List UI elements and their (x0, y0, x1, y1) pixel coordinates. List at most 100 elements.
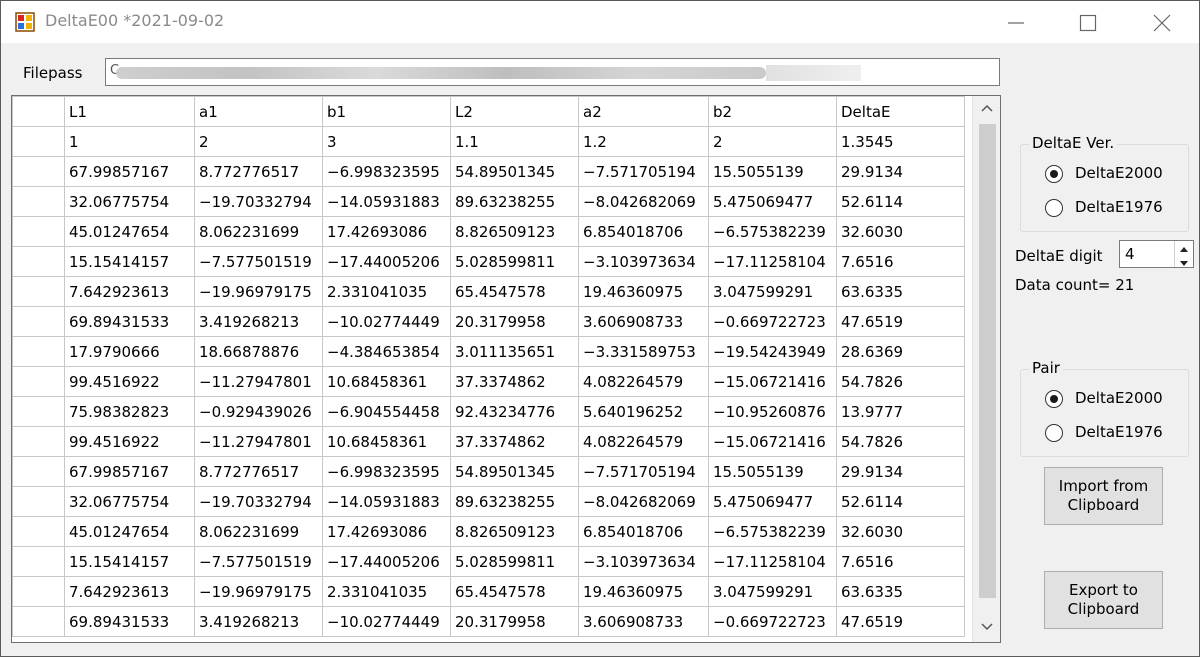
table-cell[interactable]: 45.01247654 (64, 216, 195, 247)
table-cell[interactable]: 32.06775754 (64, 486, 195, 517)
table-cell[interactable]: −8.042682069 (578, 486, 709, 517)
table-cell[interactable]: −11.27947801 (194, 366, 323, 397)
table-cell[interactable]: −3.331589753 (578, 336, 709, 367)
column-header[interactable]: b1 (322, 96, 451, 127)
column-header[interactable]: L1 (64, 96, 195, 127)
table-cell[interactable]: −7.577501519 (194, 246, 323, 277)
row-header-corner[interactable] (12, 96, 65, 127)
table-cell[interactable]: 54.7826 (836, 366, 965, 397)
table-cell[interactable]: 3 (322, 126, 451, 157)
table-cell[interactable]: −10.95260876 (708, 396, 837, 427)
table-cell[interactable]: −14.05931883 (322, 486, 451, 517)
table-cell[interactable]: 4.082264579 (578, 426, 709, 457)
table-cell[interactable]: −19.96979175 (194, 576, 323, 607)
table-cell[interactable]: −6.904554458 (322, 396, 451, 427)
table-cell[interactable]: 99.4516922 (64, 426, 195, 457)
table-cell[interactable]: −4.384653854 (322, 336, 451, 367)
table-cell[interactable]: −14.05931883 (322, 186, 451, 217)
table-cell[interactable]: 67.99857167 (64, 156, 195, 187)
table-cell[interactable]: 47.6519 (836, 306, 965, 337)
table-cell[interactable]: 8.772776517 (194, 456, 323, 487)
table-cell[interactable]: −19.70332794 (194, 486, 323, 517)
radio-checked-icon[interactable] (1045, 165, 1063, 183)
table-cell[interactable]: 54.89501345 (450, 456, 579, 487)
export-to-clipboard-button[interactable]: Export to Clipboard (1044, 571, 1163, 629)
table-cell[interactable]: 89.63238255 (450, 186, 579, 217)
table-cell[interactable]: −17.11258104 (708, 246, 837, 277)
radio-unchecked-icon[interactable] (1045, 424, 1063, 442)
scroll-down-button[interactable] (973, 616, 1000, 640)
row-header[interactable] (12, 456, 65, 487)
table-cell[interactable]: 8.826509123 (450, 216, 579, 247)
column-header[interactable]: DeltaE (836, 96, 965, 127)
table-cell[interactable]: −0.669722723 (708, 606, 837, 637)
table-cell[interactable]: −19.70332794 (194, 186, 323, 217)
table-cell[interactable]: 3.011135651 (450, 336, 579, 367)
table-cell[interactable]: −17.44005206 (322, 546, 451, 577)
table-cell[interactable]: 45.01247654 (64, 516, 195, 547)
import-from-clipboard-button[interactable]: Import from Clipboard (1044, 467, 1163, 525)
table-cell[interactable]: 5.028599811 (450, 546, 579, 577)
table-cell[interactable]: 75.98382823 (64, 396, 195, 427)
table-cell[interactable]: 13.9777 (836, 396, 965, 427)
table-cell[interactable]: 67.99857167 (64, 456, 195, 487)
table-cell[interactable]: 63.6335 (836, 576, 965, 607)
data-grid[interactable]: L1 a1 b1 L2 a2 b2 DeltaE 1 2 3 1.1 1.2 2 1.3545 67.99… (11, 95, 1001, 643)
row-header[interactable] (12, 156, 65, 187)
table-cell[interactable]: −15.06721416 (708, 366, 837, 397)
table-cell[interactable]: −7.577501519 (194, 546, 323, 577)
stepper-down-button[interactable] (1175, 254, 1193, 267)
table-cell[interactable]: 10.68458361 (322, 426, 451, 457)
row-header[interactable] (12, 546, 65, 577)
table-cell[interactable]: 1.1 (450, 126, 579, 157)
table-cell[interactable]: 52.6114 (836, 486, 965, 517)
table-cell[interactable]: −19.54243949 (708, 336, 837, 367)
table-cell[interactable]: 1.2 (578, 126, 709, 157)
table-cell[interactable]: 5.475069477 (708, 486, 837, 517)
table-cell[interactable]: −10.02774449 (322, 606, 451, 637)
table-cell[interactable]: 3.606908733 (578, 606, 709, 637)
table-cell[interactable]: 63.6335 (836, 276, 965, 307)
table-cell[interactable]: 1 (64, 126, 195, 157)
column-header[interactable]: a2 (578, 96, 709, 127)
table-cell[interactable]: −3.103973634 (578, 546, 709, 577)
minimize-button[interactable] (981, 1, 1053, 43)
table-cell[interactable]: −19.96979175 (194, 276, 323, 307)
row-header[interactable] (12, 126, 65, 157)
table-cell[interactable]: 8.062231699 (194, 516, 323, 547)
table-cell[interactable]: 7.642923613 (64, 576, 195, 607)
row-header[interactable] (12, 426, 65, 457)
table-cell[interactable]: 2.331041035 (322, 576, 451, 607)
table-cell[interactable]: 2.331041035 (322, 276, 451, 307)
close-button[interactable] (1127, 1, 1199, 43)
table-cell[interactable]: 3.419268213 (194, 606, 323, 637)
table-cell[interactable]: 3.047599291 (708, 576, 837, 607)
table-cell[interactable]: 5.028599811 (450, 246, 579, 277)
table-cell[interactable]: 17.42693086 (322, 516, 451, 547)
table-cell[interactable]: −6.575382239 (708, 516, 837, 547)
table-cell[interactable]: 18.66878876 (194, 336, 323, 367)
table-cell[interactable]: 32.6030 (836, 516, 965, 547)
table-cell[interactable]: 1.3545 (836, 126, 965, 157)
deltae-digit-stepper[interactable]: 4 (1119, 240, 1194, 268)
row-header[interactable] (12, 276, 65, 307)
table-cell[interactable]: 29.9134 (836, 156, 965, 187)
column-header[interactable]: a1 (194, 96, 323, 127)
column-header[interactable]: b2 (708, 96, 837, 127)
table-cell[interactable]: 3.606908733 (578, 306, 709, 337)
table-cell[interactable]: 20.3179958 (450, 306, 579, 337)
row-header[interactable] (12, 366, 65, 397)
table-cell[interactable]: 17.9790666 (64, 336, 195, 367)
table-cell[interactable]: −7.571705194 (578, 156, 709, 187)
row-header[interactable] (12, 246, 65, 277)
scroll-up-button[interactable] (973, 98, 1000, 122)
table-cell[interactable]: 32.6030 (836, 216, 965, 247)
table-cell[interactable]: 29.9134 (836, 456, 965, 487)
table-cell[interactable]: 2 (708, 126, 837, 157)
row-header[interactable] (12, 216, 65, 247)
table-cell[interactable]: 92.43234776 (450, 396, 579, 427)
table-cell[interactable]: 15.15414157 (64, 246, 195, 277)
table-cell[interactable]: 65.4547578 (450, 276, 579, 307)
table-cell[interactable]: −3.103973634 (578, 246, 709, 277)
filepass-input[interactable]: C (105, 58, 1000, 86)
